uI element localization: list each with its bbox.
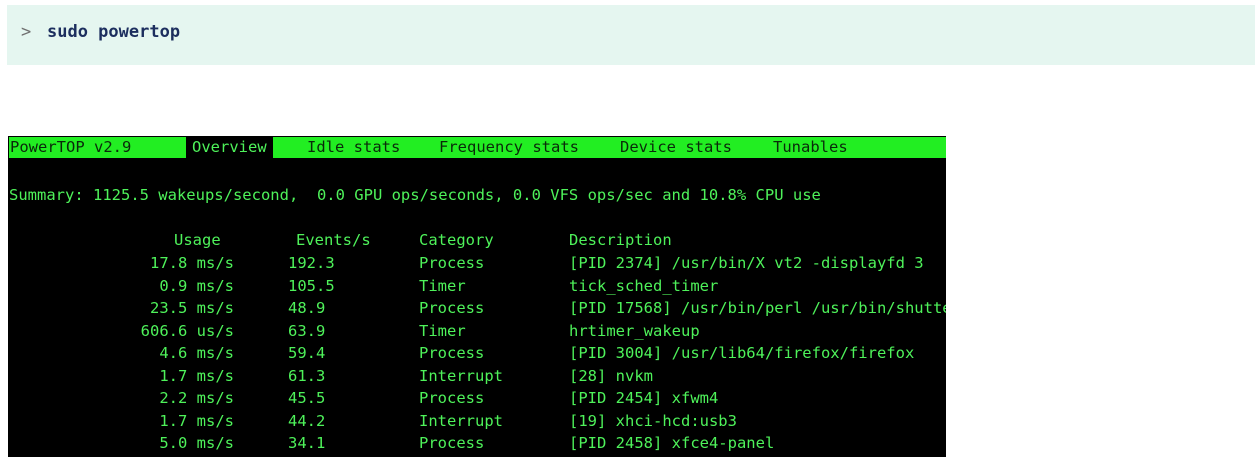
usage-cell: 1.7 ms/s bbox=[159, 366, 234, 385]
description-cell: tick_sched_timer bbox=[569, 276, 719, 295]
events-cell: 34.1 bbox=[288, 434, 326, 452]
usage-cell: 1.7 ms/s bbox=[159, 411, 234, 430]
table-row: 23.5 ms/s 48.9 Process [PID 17568] /usr/… bbox=[8, 297, 946, 320]
events-cell: 45.5 bbox=[288, 389, 326, 407]
description-cell: [PID 2458] xfce4-panel bbox=[569, 434, 775, 452]
description-cell: [PID 2374] /usr/bin/X vt2 -displayfd 3 bbox=[569, 254, 924, 272]
category-cell: Process bbox=[419, 389, 485, 407]
events-cell: 59.4 bbox=[288, 344, 326, 362]
category-cell: Interrupt bbox=[419, 366, 503, 385]
category-cell: Process bbox=[419, 299, 485, 317]
table-row: 0.9 ms/s 105.5 Timer tick_sched_timer bbox=[8, 275, 946, 298]
table-row: 4.6 ms/s 59.4 Process [PID 3004] /usr/li… bbox=[8, 342, 946, 365]
table-row: 17.8 ms/s 192.3 Process [PID 2374] /usr/… bbox=[8, 252, 946, 275]
shell-prompt: > bbox=[21, 22, 32, 42]
table-row: 1.7 ms/s 44.2 Interrupt [19] xhci-hcd:us… bbox=[8, 410, 946, 433]
summary-line: Summary: 1125.5 wakeups/second, 0.0 GPU … bbox=[9, 186, 821, 204]
usage-cell: 23.5 ms/s bbox=[150, 299, 234, 317]
column-header-category: Category bbox=[419, 231, 494, 249]
events-cell: 48.9 bbox=[288, 299, 326, 317]
column-header-description: Description bbox=[569, 231, 672, 249]
usage-cell: 0.9 ms/s bbox=[159, 276, 234, 295]
table-row: 5.0 ms/s 34.1 Process [PID 2458] xfce4-p… bbox=[8, 432, 946, 455]
usage-cell: 4.6 ms/s bbox=[159, 344, 234, 362]
command-block bbox=[7, 5, 1255, 65]
table-row: 2.2 ms/s 45.5 Process [PID 2454] xfwm4 bbox=[8, 387, 946, 410]
events-cell: 192.3 bbox=[288, 254, 335, 272]
tab-overview[interactable]: Overview bbox=[186, 137, 273, 158]
tab-bar: PowerTOP v2.9 Overview Idle stats Freque… bbox=[9, 137, 946, 158]
description-cell: [19] xhci-hcd:usb3 bbox=[569, 411, 737, 430]
description-cell: hrtimer_wakeup bbox=[569, 321, 700, 340]
usage-cell: 606.6 us/s bbox=[140, 321, 234, 340]
powertop-terminal[interactable]: PowerTOP v2.9 Overview Idle stats Freque… bbox=[8, 136, 946, 457]
table-row: 606.6 us/s 63.9 Timer hrtimer_wakeup bbox=[8, 320, 946, 343]
description-cell: [28] nvkm bbox=[569, 366, 653, 385]
tab-frequency-stats[interactable]: Frequency stats bbox=[439, 137, 579, 158]
description-cell: [PID 3004] /usr/lib64/firefox/firefox bbox=[569, 344, 915, 362]
tab-tunables[interactable]: Tunables bbox=[773, 137, 848, 158]
events-cell: 44.2 bbox=[288, 411, 326, 430]
category-cell: Process bbox=[419, 344, 485, 362]
category-cell: Process bbox=[419, 434, 485, 452]
app-title: PowerTOP v2.9 bbox=[10, 138, 132, 156]
usage-cell: 5.0 ms/s bbox=[159, 434, 234, 452]
category-cell: Timer bbox=[419, 276, 466, 295]
description-cell: [PID 17568] /usr/bin/perl /usr/bin/shutt… bbox=[569, 299, 946, 317]
usage-cell: 17.8 ms/s bbox=[150, 254, 234, 272]
usage-cell: 2.2 ms/s bbox=[159, 389, 234, 407]
events-cell: 61.3 bbox=[288, 366, 326, 385]
tab-device-stats[interactable]: Device stats bbox=[620, 137, 732, 158]
description-cell: [PID 2454] xfwm4 bbox=[569, 389, 719, 407]
column-header-events: Events/s bbox=[296, 231, 371, 249]
events-cell: 63.9 bbox=[288, 321, 326, 340]
events-cell: 105.5 bbox=[288, 276, 335, 295]
tab-idle-stats[interactable]: Idle stats bbox=[307, 137, 400, 158]
category-cell: Process bbox=[419, 254, 485, 272]
category-cell: Timer bbox=[419, 321, 466, 340]
table-header: Usage Events/s Category Description bbox=[8, 229, 946, 252]
table-row: 1.7 ms/s 61.3 Interrupt [28] nvkm bbox=[8, 365, 946, 388]
column-header-usage: Usage bbox=[174, 231, 221, 249]
command-text: sudo powertop bbox=[47, 22, 181, 42]
category-cell: Interrupt bbox=[419, 411, 503, 430]
